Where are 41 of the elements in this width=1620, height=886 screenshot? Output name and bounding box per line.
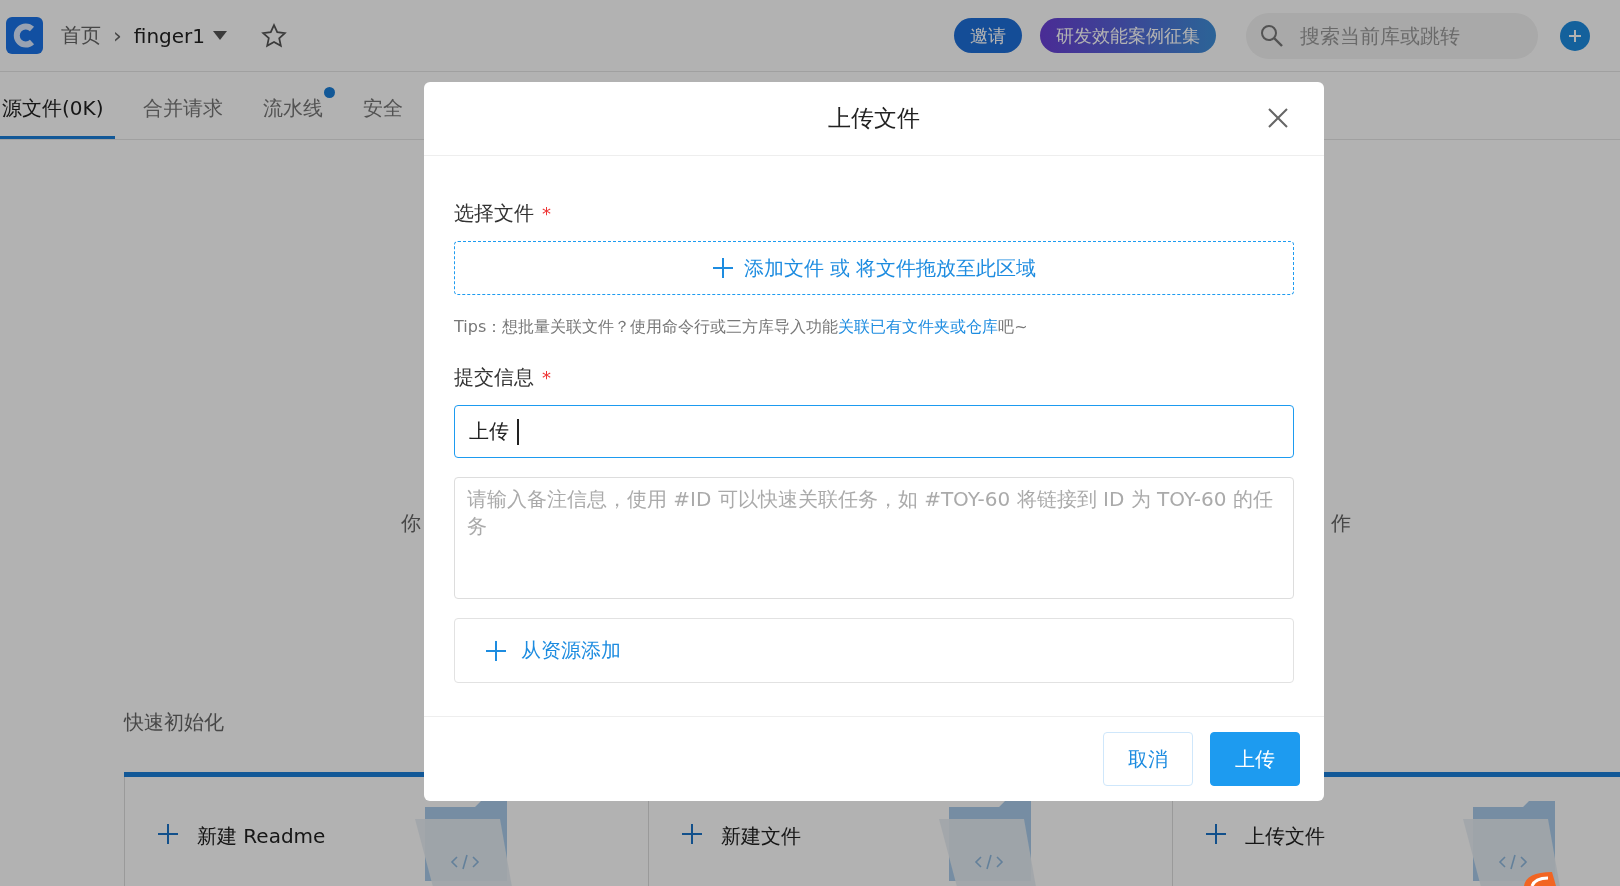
invite-button[interactable]: 邀请 — [954, 18, 1022, 53]
section-title: 快速初始化 — [124, 709, 225, 736]
close-button[interactable] — [1266, 106, 1290, 130]
breadcrumb-separator: › — [113, 23, 122, 48]
add-icon[interactable] — [1560, 20, 1590, 51]
hint-text: 作 — [1331, 510, 1351, 537]
logo-icon[interactable] — [6, 17, 43, 54]
field-label: 选择文件 — [454, 200, 534, 227]
card-label: 新建文件 — [721, 823, 801, 850]
tab[interactable]: 流水线 — [261, 87, 336, 139]
tips-text: Tips：想批量关联文件？使用命令行或三方库导入功能关联已有文件夹或仓库吧~ — [454, 317, 1029, 338]
campaign-button[interactable]: 研发效能案例征集 — [1040, 18, 1216, 53]
card-label: 上传文件 — [1245, 823, 1325, 850]
field-label: 提交信息 — [454, 364, 534, 391]
caret-down-icon[interactable] — [213, 31, 228, 40]
required-mark: * — [542, 203, 551, 224]
card-label: 新建 Readme — [197, 823, 326, 850]
hint-text: 你 — [401, 510, 421, 537]
plus-icon — [681, 823, 703, 845]
plus-icon — [157, 823, 179, 845]
commit-message-field[interactable]: 上传 — [454, 405, 1294, 458]
star-icon[interactable] — [261, 22, 288, 49]
breadcrumb-link[interactable]: 首页 — [61, 22, 101, 49]
plus-icon — [485, 639, 507, 662]
tips-link[interactable]: 关联已有文件夹或仓库 — [838, 317, 999, 336]
note-field[interactable]: 请输入备注信息，使用 #ID 可以快速关联任务，如 #TOY-60 将链接到 ID 为 TOY-60 的任务 — [454, 477, 1294, 599]
search-bar[interactable]: 搜索当前库或跳转 — [1246, 12, 1538, 59]
repo-name[interactable]: finger1 — [133, 23, 206, 48]
search-field[interactable]: 搜索当前库或跳转 — [1298, 12, 1524, 59]
search-icon — [1260, 23, 1284, 48]
required-mark: * — [542, 367, 551, 388]
add-from-resource-button[interactable]: 从资源添加 — [454, 618, 1294, 683]
plus-icon — [1205, 823, 1227, 845]
upload-button[interactable]: 上传 — [1210, 732, 1300, 786]
dialog-title: 上传文件 — [828, 104, 920, 133]
tab[interactable]: 合并请求 — [141, 87, 236, 139]
plus-icon — [711, 257, 734, 279]
file-dropzone[interactable]: 添加文件 或 将文件拖放至此区域 — [454, 241, 1294, 295]
tab[interactable]: 源文件(0K) — [0, 87, 116, 139]
cancel-button[interactable]: 取消 — [1103, 732, 1193, 786]
tab[interactable]: 安全 — [361, 87, 416, 139]
